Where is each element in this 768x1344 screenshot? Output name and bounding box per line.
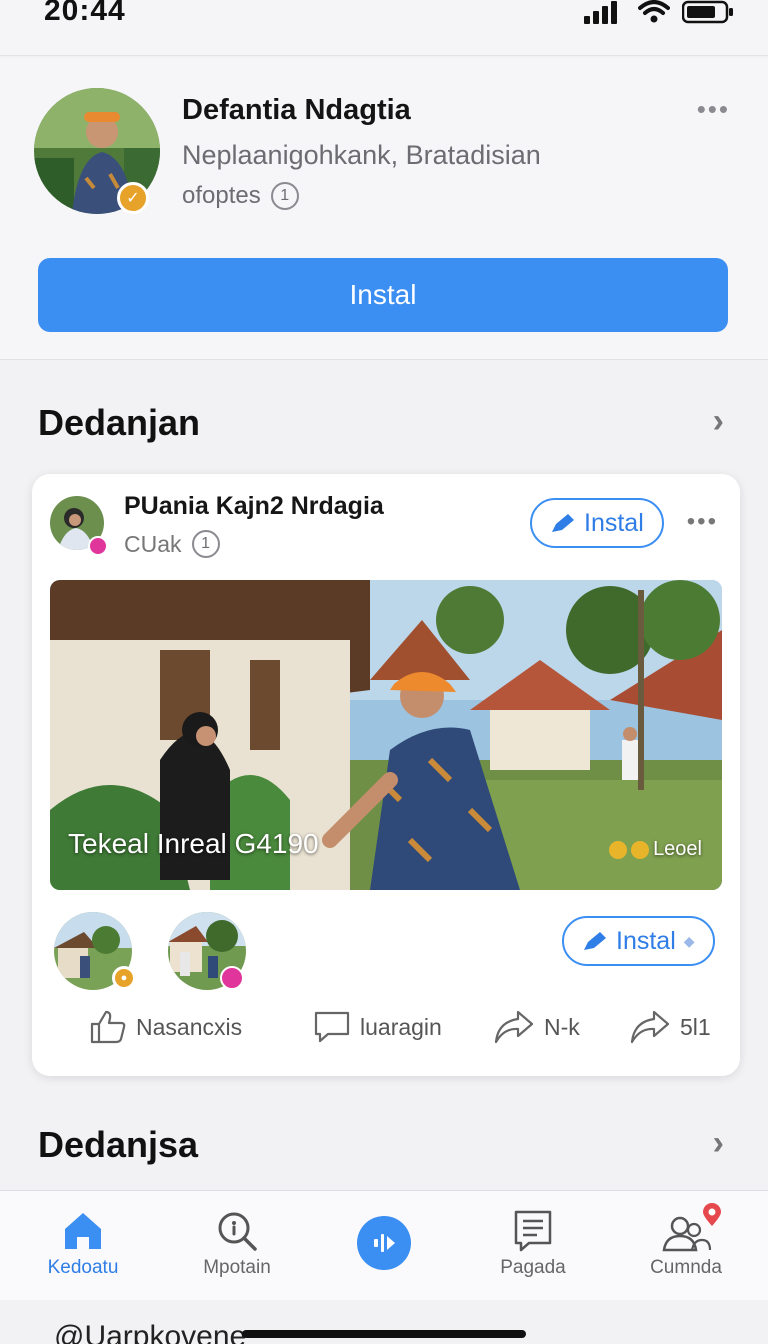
- status-time: 20:44: [44, 0, 126, 27]
- gold-badge-icon: ●: [112, 966, 136, 990]
- post-actions: Nasancxis luaragin N-k 5l1: [32, 1010, 740, 1054]
- search-icon: [218, 1212, 257, 1251]
- post-sub: CUak 1: [124, 530, 220, 558]
- profile-meta-label: ofoptes: [182, 182, 261, 209]
- nav-pages[interactable]: Pagada: [468, 1205, 598, 1279]
- status-bar: 20:44: [0, 0, 768, 56]
- nav-community-label: Cumnda: [650, 1257, 722, 1278]
- post-photo[interactable]: Tekeal Inreal G4190 Leoel: [50, 580, 722, 890]
- nav-pages-label: Pagada: [500, 1257, 566, 1278]
- thumbs-up-icon: [90, 1010, 126, 1044]
- status-icons: [584, 0, 734, 24]
- home-icon: [65, 1213, 101, 1249]
- follow-install-button[interactable]: Instal: [530, 498, 664, 548]
- coin-icon: [609, 840, 628, 859]
- section-title-1: Dedanjan: [38, 402, 201, 443]
- play-icon: [374, 1234, 395, 1252]
- profile-name: Defantia Ndagtia: [182, 94, 411, 126]
- coin-icon: [631, 840, 650, 859]
- share-action[interactable]: N-k: [494, 1010, 580, 1044]
- nav-search[interactable]: Mpotain: [172, 1205, 302, 1279]
- pencil-icon: [584, 932, 606, 950]
- signal-icon: [584, 1, 617, 24]
- wifi-icon: [638, 0, 670, 23]
- profile-location: Neplaanigohkank, Bratadisian: [182, 140, 541, 170]
- section-title-2: Dedanjsa: [38, 1124, 199, 1165]
- location-pin-icon: [703, 1203, 721, 1226]
- diamond-icon: ◆: [683, 932, 695, 949]
- post-card: PUania Kajn2 Nrdagia CUak 1 Instal ••• T…: [32, 474, 740, 1076]
- chevron-right-icon[interactable]: ›: [713, 1124, 724, 1163]
- pink-badge-icon: [220, 966, 244, 990]
- pencil-icon: [552, 514, 574, 532]
- underlying-handle: @Uarpkovene: [54, 1320, 247, 1344]
- photo-tag-label: Leoel: [653, 838, 702, 860]
- bottom-navigation: Kedoatu Mpotain Pagada Cumnda: [0, 1190, 768, 1300]
- document-icon: [514, 1210, 552, 1252]
- forward-arrow-icon: [630, 1010, 670, 1044]
- nav-center-button[interactable]: [357, 1216, 411, 1270]
- author-badge-icon: [88, 536, 108, 556]
- post-sub-label: CUak: [124, 530, 182, 557]
- home-indicator[interactable]: [242, 1330, 526, 1338]
- install-button[interactable]: Instal: [38, 258, 728, 332]
- photo-caption: Tekeal Inreal G4190: [68, 828, 319, 859]
- profile-meta: ofoptes 1: [182, 182, 299, 210]
- like-label: Nasancxis: [136, 1013, 243, 1040]
- post-sub-count: 1: [191, 530, 220, 558]
- photo-tag: Leoel: [609, 838, 702, 861]
- install-pill-button[interactable]: Instal ◆: [562, 916, 715, 966]
- share-label: N-k: [544, 1013, 580, 1040]
- nav-community[interactable]: Cumnda: [621, 1203, 751, 1279]
- nav-home[interactable]: Kedoatu: [18, 1205, 148, 1279]
- chevron-right-icon[interactable]: ›: [713, 402, 724, 441]
- follow-install-label: Instal: [584, 508, 644, 537]
- post-author-name: PUania Kajn2 Nrdagia: [124, 492, 384, 520]
- repost-action[interactable]: 5l1: [630, 1010, 711, 1044]
- verified-badge: ✓: [117, 182, 149, 214]
- profile-meta-count: 1: [270, 182, 299, 210]
- comment-action[interactable]: luaragin: [314, 1010, 442, 1044]
- profile-header: ✓ Defantia Ndagtia Neplaanigohkank, Brat…: [0, 58, 768, 360]
- battery-icon: [682, 0, 733, 24]
- comment-icon: [314, 1011, 350, 1043]
- more-options-icon[interactable]: •••: [697, 94, 730, 125]
- repost-label: 5l1: [680, 1013, 711, 1040]
- share-arrow-icon: [494, 1010, 534, 1044]
- nav-home-label: Kedoatu: [47, 1257, 119, 1278]
- nav-search-label: Mpotain: [203, 1257, 271, 1278]
- comment-label: luaragin: [360, 1013, 442, 1040]
- post-more-icon[interactable]: •••: [687, 508, 718, 536]
- like-action[interactable]: Nasancxis: [90, 1010, 242, 1044]
- install-pill-label: Instal: [616, 926, 676, 955]
